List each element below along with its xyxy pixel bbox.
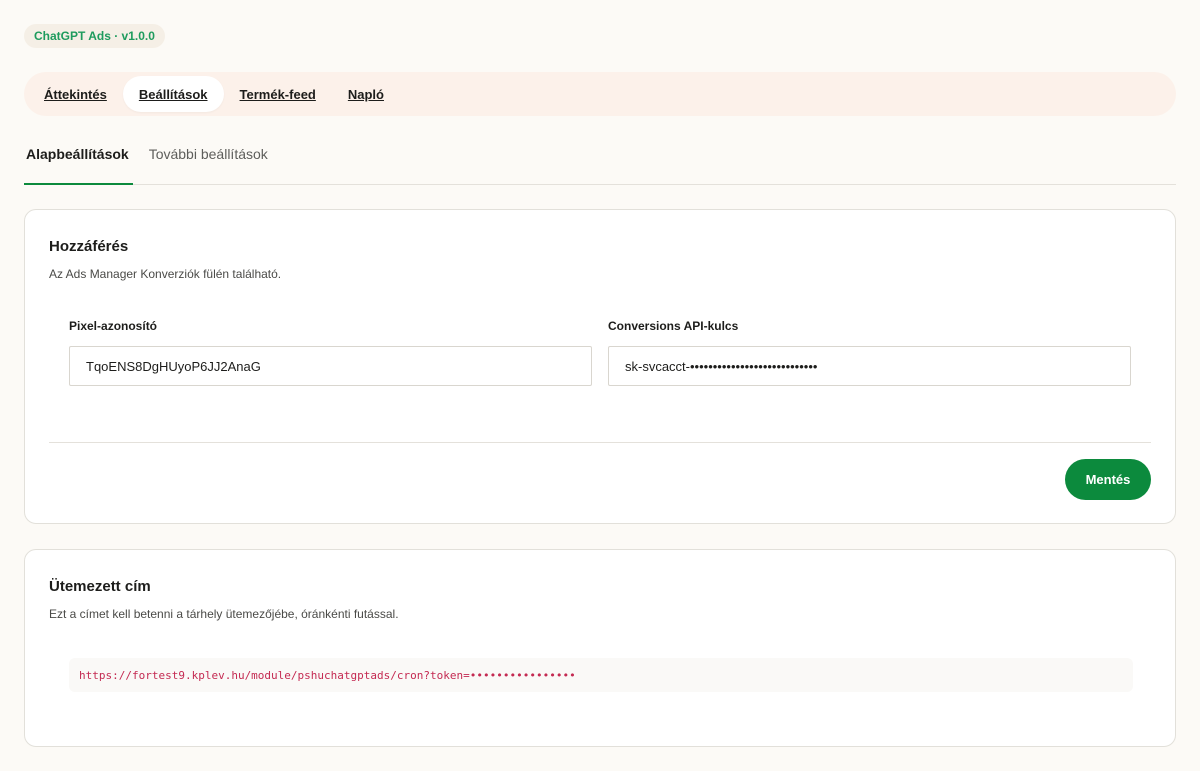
api-key-label: Conversions API-kulcs (608, 319, 739, 333)
divider (49, 442, 1151, 443)
access-description: Az Ads Manager Konverziók fülén találhat… (49, 267, 282, 281)
tab-advanced-settings[interactable]: További beállítások (147, 136, 270, 184)
cron-url-code[interactable]: https://fortest9.kplev.hu/module/pshucha… (69, 658, 1133, 692)
tab-basic-settings[interactable]: Alapbeállítások (24, 136, 133, 185)
settings-subtabs: Alapbeállítások További beállítások (24, 136, 1176, 185)
cron-title: Ütemezett cím (49, 578, 151, 595)
nav-item-settings[interactable]: Beállítások (122, 76, 224, 112)
access-title: Hozzáférés (49, 238, 129, 255)
cron-card: Ütemezett cím Ezt a címet kell betenni a… (24, 549, 1176, 747)
nav-item-log[interactable]: Napló (332, 76, 400, 112)
nav-item-overview[interactable]: Áttekintés (28, 76, 123, 112)
api-key-input[interactable] (608, 346, 1131, 386)
nav-item-product-feed[interactable]: Termék-feed (224, 76, 332, 112)
cron-description: Ezt a címet kell betenni a tárhely üteme… (49, 607, 399, 621)
top-navigation: Áttekintés Beállítások Termék-feed Napló (24, 72, 1176, 116)
cron-url-text: https://fortest9.kplev.hu/module/pshucha… (79, 668, 576, 682)
save-button[interactable]: Mentés (1065, 459, 1151, 500)
version-badge: ChatGPT Ads · v1.0.0 (24, 24, 165, 48)
pixel-id-input[interactable] (69, 346, 592, 386)
access-card: Hozzáférés Az Ads Manager Konverziók fül… (24, 209, 1176, 524)
pixel-id-label: Pixel-azonosító (69, 319, 158, 333)
